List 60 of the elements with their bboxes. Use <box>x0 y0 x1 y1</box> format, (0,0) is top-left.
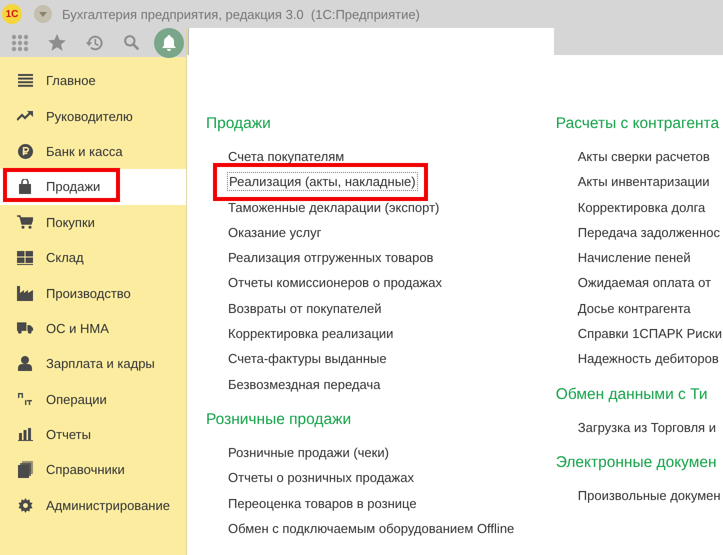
menu-link[interactable]: Акты сверки расчетов <box>576 148 711 165</box>
menu-link[interactable]: Оказание услуг <box>227 224 322 241</box>
menu-link[interactable]: Произвольные докумен <box>576 486 722 504</box>
menu-link[interactable]: Счета покупателям <box>227 148 346 165</box>
sidebar-item[interactable]: Банк и касса <box>0 134 186 170</box>
app-logo: 1С <box>2 4 22 24</box>
menu-link[interactable]: Передача задолженнос <box>576 224 721 241</box>
menu-link[interactable]: Досье контрагента <box>576 300 692 317</box>
sidebar-item[interactable]: ОС и НМА <box>0 310 186 346</box>
menu-link[interactable]: Безвозмездная передача <box>227 376 382 393</box>
truck-icon <box>17 322 33 334</box>
section-title: Электронные докумен <box>556 454 718 473</box>
sidebar-item[interactable]: Отчеты <box>0 416 186 452</box>
window-title: Бухгалтерия предприятия, редакция 3.0 (1С:Предприятие) <box>62 6 420 22</box>
menu-dropdown-button[interactable] <box>34 5 52 23</box>
menu-link[interactable]: Корректировка реализации <box>227 325 394 342</box>
document-stack-icon <box>18 461 32 478</box>
menu-link[interactable]: Отчеты комиссионеров о продажах <box>227 274 443 292</box>
menu-link[interactable]: Обмен с подключаемым оборудованием Offline <box>227 520 516 537</box>
menu-link[interactable]: Загрузка из Торговля и <box>576 418 717 436</box>
section-title: Обмен данными с Ти <box>556 386 709 405</box>
menu-link[interactable]: Счета-фактуры выданные <box>227 350 388 368</box>
sidebar-item[interactable]: Производство <box>0 275 186 311</box>
menu-link[interactable]: Переоценка товаров в рознице <box>227 494 418 512</box>
sidebar-item[interactable]: Зарплата и кадры <box>0 346 186 382</box>
menu-lines-icon <box>18 74 32 88</box>
menu-link[interactable]: Акты инвентаризации <box>576 173 710 190</box>
section-title: Продажи <box>206 114 272 134</box>
sidebar-item[interactable]: Главное <box>0 63 186 98</box>
warehouse-blocks-icon <box>17 250 33 265</box>
trend-arrow-icon <box>17 111 33 122</box>
notifications-bell-icon[interactable] <box>154 28 184 58</box>
menu-link[interactable]: Отчеты о розничных продажах <box>227 469 415 486</box>
sidebar-item[interactable]: Склад <box>0 240 186 276</box>
ruble-coin-icon <box>18 144 32 159</box>
menu-link[interactable]: Реализация (акты, накладные) <box>227 172 418 192</box>
menu-link[interactable]: Корректировка долга <box>576 198 706 216</box>
menu-link[interactable]: Таможенные декларации (экспорт) <box>227 198 440 216</box>
sidebar-item[interactable]: Справочники <box>0 452 186 488</box>
caret-icon <box>39 12 47 16</box>
shopping-cart-icon <box>17 215 33 230</box>
menu-link[interactable]: Розничные продажи (чеки) <box>227 444 390 461</box>
sidebar-item[interactable]: Руководителю <box>0 98 186 134</box>
shopping-bag-icon <box>18 179 32 194</box>
menu-link[interactable]: Реализация отгруженных товаров <box>227 249 434 266</box>
sidebar-item[interactable]: Продажи <box>0 169 186 205</box>
menu-link[interactable]: Ожидаемая оплата от <box>576 274 712 292</box>
person-icon <box>18 356 32 372</box>
section-title: Расчеты с контрагента <box>556 114 720 134</box>
factory-icon <box>17 286 33 301</box>
bar-chart-icon <box>18 428 32 442</box>
sidebar-item[interactable]: Покупки <box>0 204 186 240</box>
gear-icon <box>18 498 32 513</box>
section-title: Розничные продажи <box>206 410 352 430</box>
sidebar-item[interactable]: Операции <box>0 382 186 417</box>
menu-link[interactable]: Начисление пеней <box>576 249 692 266</box>
menu-link[interactable]: Возвраты от покупателей <box>227 300 382 317</box>
sidebar-item[interactable]: Администрирование <box>0 488 186 524</box>
menu-link[interactable]: Справки 1СПАРК Риски <box>576 325 723 342</box>
menu-link[interactable]: Надежность дебиторов <box>576 350 720 368</box>
